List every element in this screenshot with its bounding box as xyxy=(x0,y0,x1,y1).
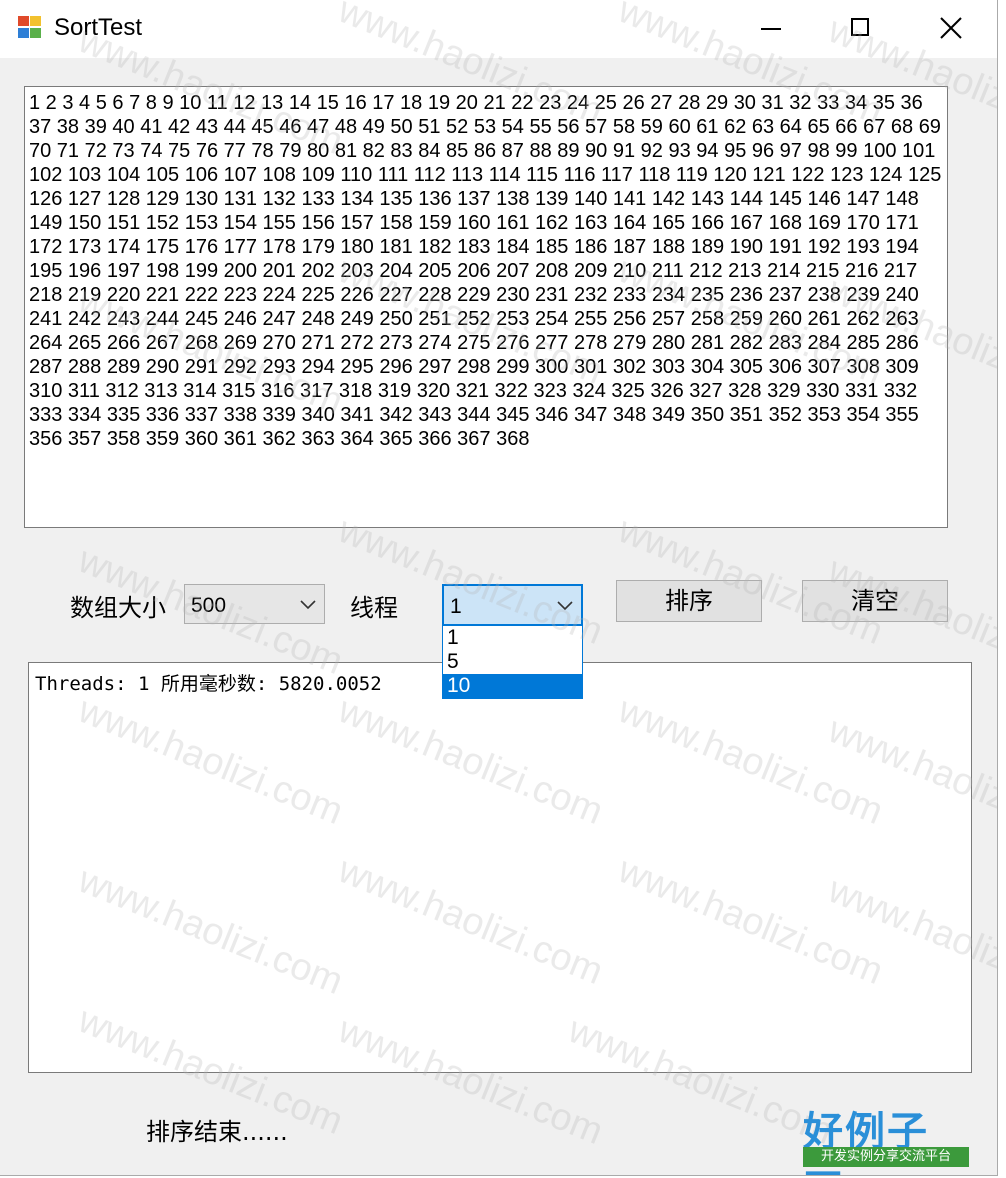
result-log-textbox[interactable]: Threads: 1 所用毫秒数: 5820.0052 xyxy=(28,662,972,1073)
window-title: SortTest xyxy=(54,14,143,41)
threads-dropdown-list[interactable]: 1 5 10 xyxy=(442,625,583,699)
close-button[interactable] xyxy=(906,0,996,58)
site-logo: 好例子网 开发实例分享交流平台 xyxy=(803,1105,969,1175)
array-size-combobox[interactable]: 500 xyxy=(184,584,325,624)
threads-value: 1 xyxy=(450,595,462,618)
threads-option-1[interactable]: 1 xyxy=(443,626,582,650)
chevron-down-icon[interactable] xyxy=(557,598,573,612)
logo-subtitle: 开发实例分享交流平台 xyxy=(803,1147,969,1167)
clear-button[interactable]: 清空 xyxy=(802,580,948,622)
array-size-value: 500 xyxy=(191,594,227,617)
maximize-icon xyxy=(851,18,869,36)
sort-button[interactable]: 排序 xyxy=(616,580,762,622)
sorttest-window: SortTest 1 2 3 4 5 6 7 8 9 10 11 12 13 1… xyxy=(0,0,998,1176)
maximize-button[interactable] xyxy=(816,0,906,58)
threads-option-5[interactable]: 5 xyxy=(443,650,582,674)
close-icon xyxy=(940,17,962,39)
minimize-icon xyxy=(761,28,781,30)
chevron-down-icon[interactable] xyxy=(300,597,316,611)
app-icon xyxy=(18,16,44,40)
title-bar[interactable]: SortTest xyxy=(0,0,997,58)
status-label: 排序结束...... xyxy=(146,1118,288,1146)
threads-option-10[interactable]: 10 xyxy=(443,674,582,698)
minimize-button[interactable] xyxy=(726,0,816,58)
threads-combobox[interactable]: 1 xyxy=(442,584,583,626)
threads-label: 线程 xyxy=(350,594,398,622)
numbers-textbox[interactable]: 1 2 3 4 5 6 7 8 9 10 11 12 13 14 15 16 1… xyxy=(24,86,948,528)
array-size-label: 数组大小 xyxy=(70,594,166,622)
